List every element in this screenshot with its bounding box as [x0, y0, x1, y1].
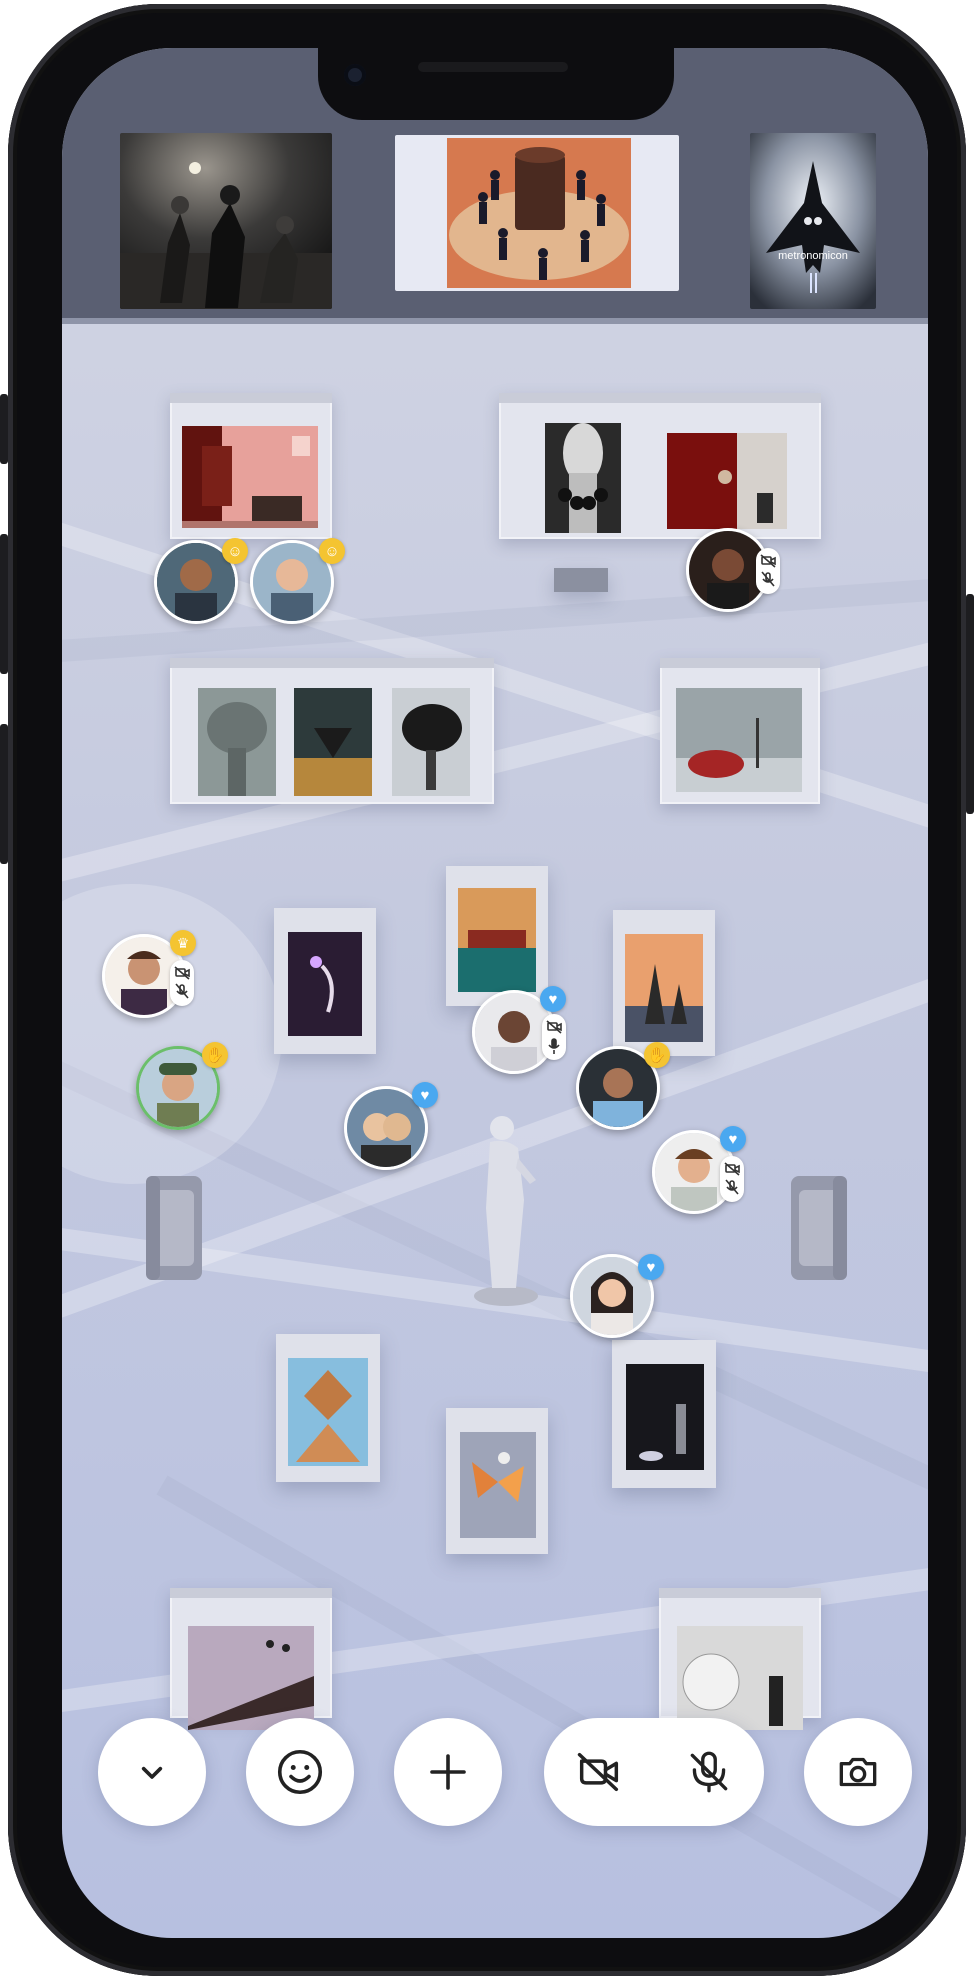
- mic-on-icon: [542, 1014, 566, 1060]
- heart-icon: ♥: [412, 1082, 438, 1108]
- artwork-ship[interactable]: [458, 888, 536, 992]
- media-toggle-group: [544, 1718, 764, 1826]
- armchair-right: [787, 1176, 851, 1291]
- volume-down-button: [0, 724, 8, 864]
- camera-off-icon: [756, 548, 780, 594]
- smile-icon: [277, 1749, 323, 1795]
- artwork-balloon-street[interactable]: [677, 1626, 803, 1730]
- artwork-black-sphere[interactable]: [392, 688, 470, 796]
- gallery-wall-1: [170, 393, 332, 539]
- phone-frame: metronomicon ☺ ☺ ♛ ✋ ♥ ✋ ♥ ♥ ♥: [0, 4, 974, 1976]
- artwork-dark-figure[interactable]: [626, 1364, 704, 1470]
- plus-icon: [430, 1754, 466, 1790]
- pedestal-3: [613, 910, 715, 1056]
- pedestal-4: [276, 1334, 380, 1482]
- volume-up-button: [0, 534, 8, 674]
- pedestal-2: [446, 866, 548, 1006]
- front-camera: [344, 64, 366, 86]
- bench-1: [554, 568, 608, 592]
- power-button: [966, 594, 974, 814]
- crown-icon: ♛: [170, 930, 196, 956]
- artwork-bridge-figures[interactable]: [188, 1626, 314, 1730]
- pedestal-1: [274, 908, 376, 1054]
- artwork-oil-rig[interactable]: [625, 934, 703, 1042]
- gallery-wall-2: [499, 393, 821, 539]
- share-thumbnail-circle-dance[interactable]: [395, 135, 679, 291]
- armchair-left: [142, 1176, 206, 1291]
- mic-off-icon: [720, 1156, 744, 1202]
- smile-icon: ☺: [319, 538, 345, 564]
- gallery-wall-3: [170, 658, 494, 804]
- notch: [318, 48, 674, 120]
- gallery-wall-6: [659, 1588, 821, 1730]
- reactions-button[interactable]: [246, 1718, 354, 1826]
- camera-toggle-button[interactable]: [554, 1727, 644, 1817]
- mic-toggle-button[interactable]: [664, 1727, 754, 1817]
- artwork-butterfly[interactable]: [460, 1432, 536, 1538]
- pedestal-5: [446, 1408, 548, 1554]
- add-button[interactable]: [394, 1718, 502, 1826]
- pedestal-6: [612, 1340, 716, 1488]
- share-thumbnail-metronomicon[interactable]: metronomicon: [750, 133, 876, 309]
- artwork-pyramid[interactable]: [288, 1358, 368, 1466]
- artwork-pink-garage[interactable]: [182, 426, 318, 528]
- video-off-icon: [577, 1752, 619, 1792]
- artwork-floating-structure[interactable]: [294, 688, 372, 796]
- smile-icon: ☺: [222, 538, 248, 564]
- share-thumbnail-night-dance[interactable]: [120, 133, 332, 309]
- mic-off-icon: [170, 960, 194, 1006]
- earpiece-speaker: [418, 62, 568, 72]
- raised-hand-icon: ✋: [644, 1042, 670, 1068]
- screen: metronomicon ☺ ☺ ♛ ✋ ♥ ✋ ♥ ♥ ♥: [62, 48, 928, 1938]
- mute-switch: [0, 394, 8, 464]
- artwork-crashed-car[interactable]: [676, 688, 802, 792]
- collapse-button[interactable]: [98, 1718, 206, 1826]
- gallery-wall-4: [660, 658, 820, 804]
- raised-hand-icon: ✋: [202, 1042, 228, 1068]
- camera-icon: [839, 1757, 877, 1787]
- heart-icon: ♥: [540, 986, 566, 1012]
- heart-icon: ♥: [720, 1126, 746, 1152]
- artwork-red-machine[interactable]: [667, 433, 787, 529]
- mic-off-icon: [690, 1751, 728, 1793]
- snapshot-button[interactable]: [804, 1718, 912, 1826]
- artwork-foggy-creature[interactable]: [198, 688, 276, 796]
- metronomicon-logo-text: metronomicon: [778, 250, 848, 262]
- spotlight-area: [62, 884, 282, 1184]
- gallery-wall-5: [170, 1588, 332, 1730]
- artwork-purple-dancer[interactable]: [288, 932, 362, 1036]
- heart-icon: ♥: [638, 1254, 664, 1280]
- artwork-pearl-necklace[interactable]: [545, 423, 621, 533]
- chevron-down-icon: [141, 1766, 163, 1779]
- statue: [466, 1108, 546, 1308]
